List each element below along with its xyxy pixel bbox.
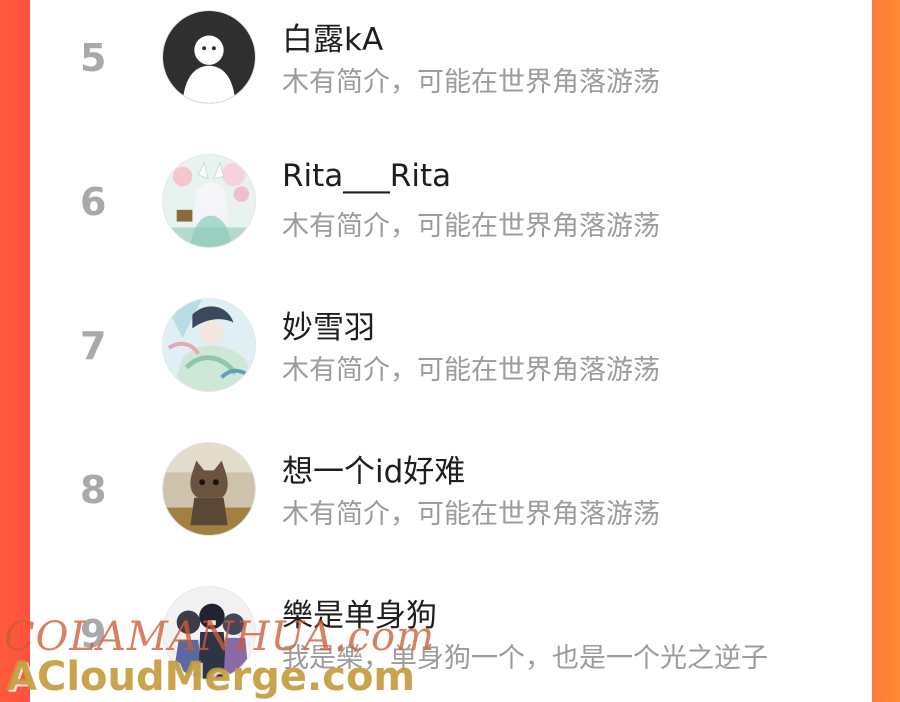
list-item[interactable]: 5 白露kA 木有简介，可能在世界角落游荡 [30, 0, 872, 144]
anime-girl-avatar-icon[interactable] [162, 154, 256, 248]
user-bio: 木有简介，可能在世界角落游荡 [282, 67, 660, 98]
user-name[interactable]: 妙雪羽 [282, 302, 375, 347]
cat-photo-avatar-icon[interactable] [162, 442, 256, 536]
user-name[interactable]: 想一个id好难 [282, 446, 465, 491]
watermark: COLAMANHUA.com ACloudMerge.com [0, 610, 434, 702]
user-name[interactable]: 白露kA [282, 14, 383, 59]
default-user-avatar-icon[interactable] [162, 10, 256, 104]
anime-character-avatar-icon[interactable] [162, 298, 256, 392]
user-bio: 木有简介，可能在世界角落游荡 [282, 211, 660, 242]
ranking-list: 5 白露kA 木有简介，可能在世界角落游荡 6 Rita___Rita 木有简介… [30, 0, 872, 702]
user-bio: 木有简介，可能在世界角落游荡 [282, 499, 660, 530]
rank-number: 8 [80, 468, 107, 512]
list-item[interactable]: 8 想一个id好难 木有简介，可能在世界角落游荡 [30, 432, 872, 576]
watermark-site-2: ACloudMerge.com [6, 654, 416, 700]
rank-number: 6 [80, 180, 107, 224]
user-name[interactable]: Rita___Rita [282, 158, 451, 194]
list-item[interactable]: 7 妙雪羽 木有简介，可能在世界角落游荡 [30, 288, 872, 432]
rank-number: 7 [80, 324, 107, 368]
rank-number: 5 [80, 36, 107, 80]
user-bio: 木有简介，可能在世界角落游荡 [282, 355, 660, 386]
list-item[interactable]: 6 Rita___Rita 木有简介，可能在世界角落游荡 [30, 144, 872, 288]
